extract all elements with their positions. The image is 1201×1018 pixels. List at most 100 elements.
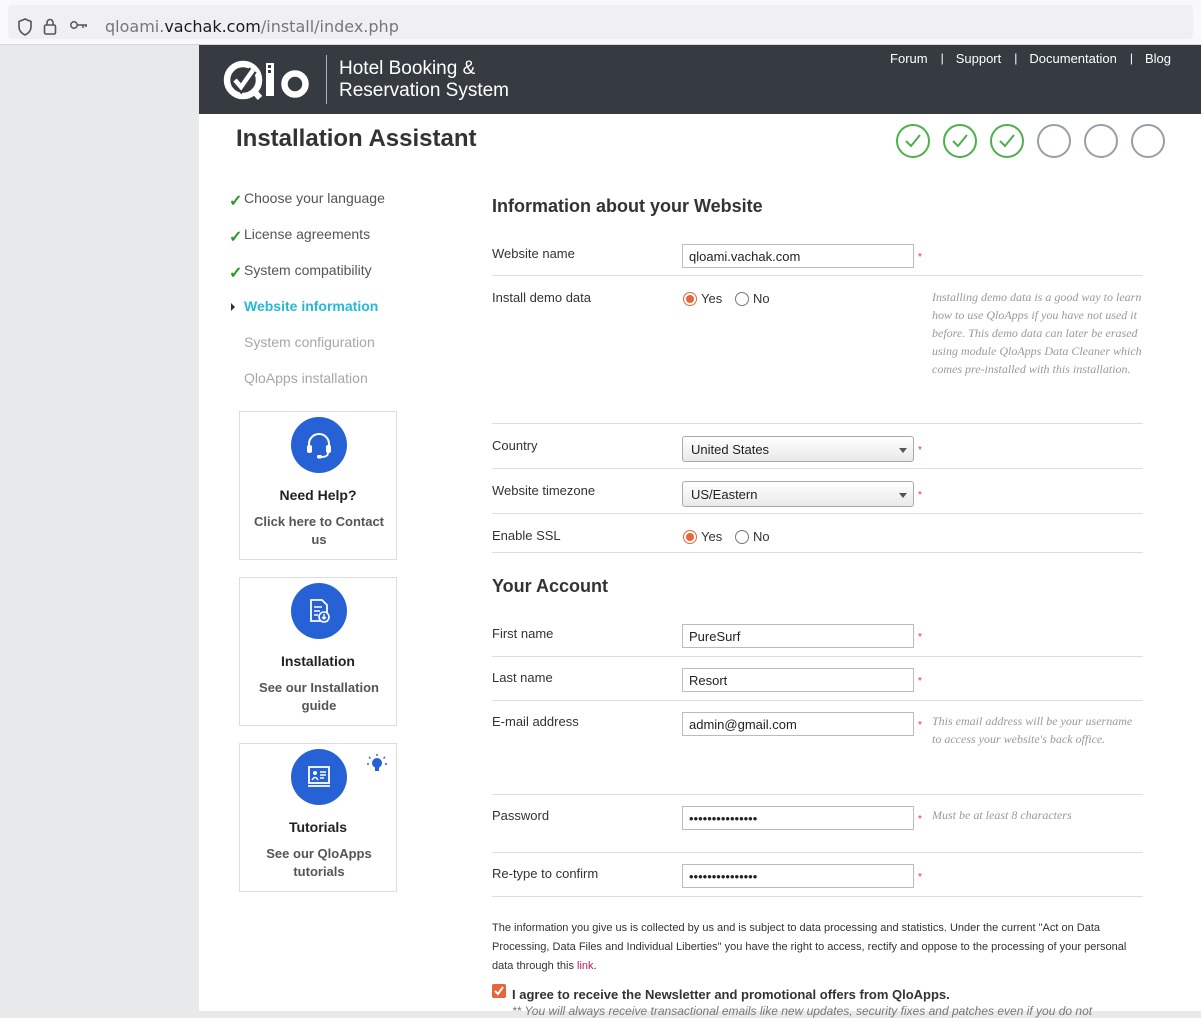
card-subtitle[interactable]: See our QloApps tutorials (250, 845, 388, 881)
required-star: * (918, 676, 922, 687)
nav-blog-link[interactable]: Blog (1133, 51, 1171, 66)
step-4-pending (1037, 124, 1071, 158)
required-star: * (918, 872, 922, 883)
radio-label: No (753, 529, 770, 544)
help-card[interactable]: Need Help? Click here to Contact us (239, 411, 397, 560)
newsletter-label[interactable]: I agree to receive the Newsletter and pr… (512, 987, 950, 1002)
url-path: /install/index.php (260, 17, 399, 36)
radio-dot (683, 530, 697, 544)
nav-separator: | (1129, 51, 1133, 65)
privacy-notice: The information you give us is collected… (492, 919, 1147, 976)
headset-icon (307, 433, 331, 459)
website-name-input[interactable] (682, 244, 914, 268)
row-divider (492, 700, 1143, 701)
lightbulb-icon (367, 754, 387, 771)
nav-support-link[interactable]: Support (944, 51, 1002, 66)
chevron-down-icon (899, 493, 907, 498)
row-divider (492, 513, 1143, 514)
demo-data-label: Install demo data (492, 290, 592, 305)
email-hint: This email address will be your username… (932, 714, 1133, 746)
row-divider (492, 468, 1143, 469)
step-label: Choose your language (244, 190, 385, 206)
card-subtitle[interactable]: See our Installation guide (250, 679, 388, 715)
nav-separator: | (1014, 51, 1018, 65)
site-header: Hotel Booking & Reservation System Forum… (199, 45, 1201, 114)
country-selected-value: United States (691, 442, 770, 457)
last-name-input[interactable] (682, 668, 914, 692)
required-star: * (918, 814, 922, 825)
step-label: License agreements (244, 226, 371, 242)
installation-guide-card[interactable]: Installation See our Installation guide (239, 577, 397, 726)
first-name-input[interactable] (682, 624, 914, 648)
document-download-icon (310, 599, 330, 623)
password-input[interactable] (682, 806, 914, 830)
website-section-title: Information about your Website (492, 196, 763, 216)
row-divider (492, 896, 1143, 897)
step-2-complete (943, 124, 977, 158)
nav-forum-link[interactable]: Forum (878, 51, 928, 66)
step-3-complete (990, 124, 1024, 158)
url-text[interactable]: qloami.vachak.com/install/index.php (105, 17, 399, 36)
chevron-down-icon (899, 448, 907, 453)
password-label: Password (492, 808, 550, 823)
lock-icon (43, 18, 57, 35)
email-input[interactable] (682, 712, 914, 736)
site-tagline: Hotel Booking & Reservation System (339, 58, 509, 102)
card-subtitle[interactable]: Click here to Contact us (250, 513, 388, 549)
ssl-label: Enable SSL (492, 528, 561, 543)
install-page: Hotel Booking & Reservation System Forum… (199, 45, 1201, 1018)
required-star: * (918, 445, 922, 456)
check-icon (952, 134, 968, 148)
step-1-complete (896, 124, 930, 158)
row-divider (492, 852, 1143, 853)
check-icon: ✓ (229, 229, 243, 246)
radio-label: No (753, 291, 770, 306)
privacy-link[interactable]: link (577, 960, 594, 972)
check-icon (999, 134, 1015, 148)
tagline-line1: Hotel Booking & (339, 58, 476, 79)
row-divider (492, 656, 1143, 657)
address-field[interactable]: qloami.vachak.com/install/index.php (8, 5, 1193, 39)
confirm-password-input[interactable] (682, 864, 914, 888)
check-icon (494, 986, 504, 996)
row-divider (492, 794, 1143, 795)
radio-label: Yes (701, 291, 723, 306)
first-name-label: First name (492, 626, 554, 641)
timezone-selected-value: US/Eastern (691, 487, 758, 502)
account-section-title: Your Account (492, 576, 608, 596)
newsletter-checkbox[interactable] (492, 984, 506, 998)
url-prefix: qloami. (105, 17, 165, 36)
tutorials-card[interactable]: Tutorials See our QloApps tutorials (239, 743, 397, 892)
browser-url-bar: qloami.vachak.com/install/index.php (0, 0, 1201, 45)
timezone-label: Website timezone (492, 483, 596, 498)
check-icon: ✓ (229, 193, 243, 210)
check-icon (905, 134, 921, 148)
country-label: Country (492, 438, 538, 453)
last-name-label: Last name (492, 670, 553, 685)
shield-icon (18, 18, 32, 36)
logo-divider (326, 55, 327, 104)
check-icon: ✓ (229, 265, 243, 282)
step-label: System compatibility (244, 262, 372, 278)
top-nav: Forum | Support | Documentation | Blog (878, 51, 1171, 66)
website-name-label: Website name (492, 246, 575, 261)
presentation-icon (308, 766, 330, 787)
country-select[interactable]: United States (682, 436, 914, 462)
timezone-select[interactable]: US/Eastern (682, 481, 914, 507)
nav-documentation-link[interactable]: Documentation (1017, 51, 1116, 66)
page-title: Installation Assistant (236, 125, 477, 152)
privacy-end: . (593, 960, 597, 972)
password-hint: Must be at least 8 characters (932, 808, 1072, 822)
step-5-pending (1084, 124, 1118, 158)
required-star: * (918, 720, 922, 731)
row-divider (492, 552, 1143, 553)
radio-dot (735, 530, 749, 544)
current-step-arrow-icon (231, 303, 235, 311)
radio-label: Yes (701, 529, 723, 544)
step-6-pending (1131, 124, 1165, 158)
card-title: Installation (281, 653, 355, 669)
step-label: System configuration (244, 334, 375, 350)
qlo-logo[interactable] (223, 57, 318, 103)
confirm-password-label: Re-type to confirm (492, 866, 599, 881)
required-star: * (918, 490, 922, 501)
